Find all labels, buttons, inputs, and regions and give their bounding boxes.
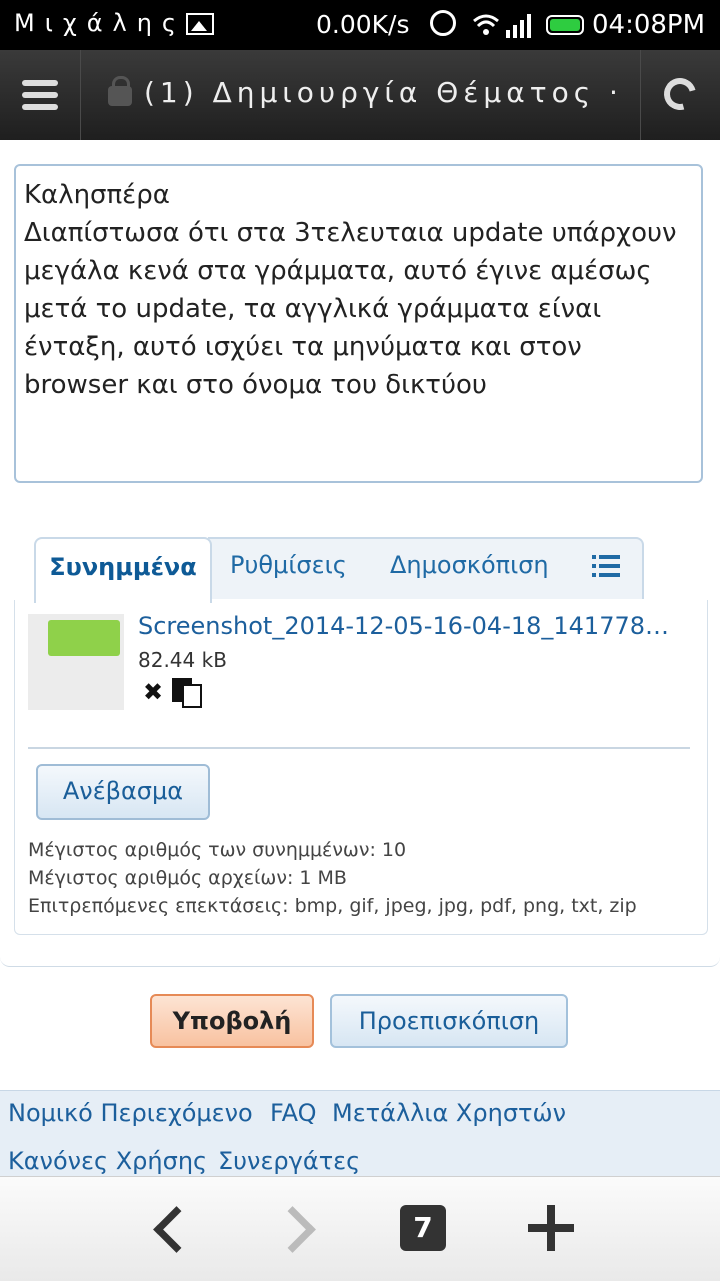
status-bar: Μιχάλης 0.00K/s 04:08PM: [0, 0, 720, 50]
hamburger-line: [22, 104, 58, 110]
alarm-icon: [430, 10, 456, 36]
back-button[interactable]: [118, 1177, 218, 1281]
browser-nav-bar: [0, 1176, 720, 1281]
footer-link-faq[interactable]: FAQ: [270, 1099, 317, 1127]
chevron-left-icon: [153, 1206, 200, 1253]
tab-poll[interactable]: Δημοσκόπιση: [390, 537, 549, 599]
footer-links: Νομικό Περιεχόμενο FAQ Μετάλλια Χρηστών …: [0, 1090, 720, 1181]
footer-link-partners[interactable]: Συνεργάτες: [218, 1147, 360, 1175]
menu-button[interactable]: [0, 50, 81, 140]
signal-icon: [506, 14, 531, 38]
more-tabs-list-icon[interactable]: [592, 555, 620, 577]
tabs-panel-border: [0, 598, 720, 967]
open-tabs-button[interactable]: 7: [400, 1205, 446, 1251]
preview-button[interactable]: Προεπισκόπιση: [330, 994, 568, 1048]
refresh-icon: [658, 72, 702, 116]
footer-link-legal[interactable]: Νομικό Περιεχόμενο: [8, 1099, 253, 1127]
app-bar: (1) Δημιουργία Θέματος ·: [0, 50, 720, 140]
network-speed: 0.00K/s: [316, 10, 410, 39]
status-clock: 04:08PM: [592, 10, 706, 40]
lock-icon: [108, 76, 132, 106]
footer-link-rules[interactable]: Κανόνες Χρήσης: [8, 1147, 207, 1175]
submit-button[interactable]: Υποβολή: [150, 994, 314, 1048]
tab-attachments[interactable]: Συνημμένα: [34, 537, 212, 603]
footer-link-medals[interactable]: Μετάλλια Χρηστών: [332, 1099, 566, 1127]
image-notification-icon: [186, 13, 214, 35]
refresh-button[interactable]: [640, 50, 720, 140]
page-title: (1) Δημιουργία Θέματος ·: [144, 76, 623, 109]
battery-icon: [546, 15, 584, 35]
hamburger-icon: [22, 80, 58, 86]
new-tab-plus-icon-vertical[interactable]: [547, 1205, 555, 1251]
status-owner-name: Μιχάλης: [14, 9, 187, 37]
wifi-icon: [473, 14, 499, 35]
hamburger-line: [22, 92, 58, 98]
chevron-right-icon: [269, 1206, 316, 1253]
tab-settings[interactable]: Ρυθμίσεις: [230, 537, 347, 599]
forward-button[interactable]: [248, 1177, 348, 1281]
message-textarea[interactable]: Καλησπέρα Διαπίστωσα ότι στα 3τελευταια …: [14, 164, 703, 483]
